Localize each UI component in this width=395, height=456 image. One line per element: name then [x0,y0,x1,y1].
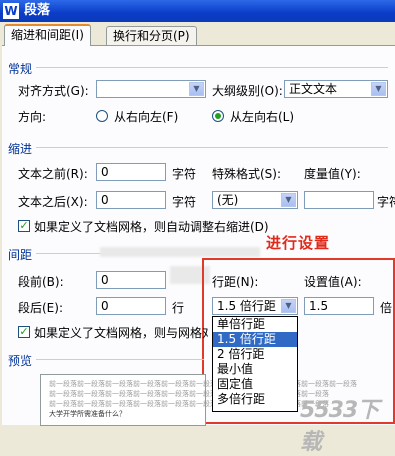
setting-value-input[interactable]: 1.5 [304,297,374,315]
line-spacing-options: 单倍行距 1.5 倍行距 2 倍行距 最小值 固定值 多倍行距 [212,316,298,412]
rtl-radio[interactable] [96,110,108,122]
divider [36,67,388,68]
section-preview: 预览 [8,354,33,368]
indent-after-input[interactable]: 0 [96,191,166,209]
divider [36,147,388,148]
tab-indent-spacing[interactable]: 缩进和间距(I) [4,24,91,46]
line-spacing-option[interactable]: 单倍行距 [213,317,297,332]
space-after-label: 段后(E): [18,301,63,315]
annotation-text: 进行设置 [266,234,331,252]
line-spacing-option[interactable]: 多倍行距 [213,392,297,407]
space-before-label: 段前(B): [18,275,64,289]
indent-before-label: 文本之前(R): [18,167,88,181]
space-before-input[interactable]: 0 [96,271,166,289]
alignment-select[interactable]: ▼ [96,80,206,98]
outline-level-label: 大纲级别(O): [212,84,283,98]
indent-after-unit: 字符 [172,195,197,209]
rtl-label: 从右向左(F) [114,110,179,124]
tab-line-page-breaks[interactable]: 换行和分页(P) [106,26,197,45]
app-icon: W [3,3,19,19]
section-spacing: 间距 [8,248,33,262]
title-bar [0,0,395,22]
indent-after-label: 文本之后(X): [18,195,88,209]
ltr-radio[interactable] [212,110,224,122]
line-spacing-option[interactable]: 固定值 [213,377,297,392]
auto-right-indent-checkbox[interactable]: ✓ [18,220,30,232]
chevron-down-icon: ▼ [371,82,386,96]
chevron-down-icon: ▼ [189,82,204,96]
blurred-region [100,247,260,257]
line-spacing-option[interactable]: 1.5 倍行距 [213,332,297,347]
site-watermark: 5533下载 [300,398,379,455]
chevron-down-icon: ▼ [281,299,296,313]
tab-strip: 缩进和间距(I) 换行和分页(P) [0,24,395,46]
measure-label: 度量值(Y): [304,167,361,181]
indent-before-input[interactable]: 0 [96,163,166,181]
ltr-label: 从左向右(L) [230,110,295,124]
preview-box: 前一段落前一段落前一段落前一段落前一段落前一段落前一段落前一段落前一段落前一段落… [40,374,357,426]
special-format-select[interactable]: (无) ▼ [212,191,298,209]
measure-unit: 字符 [377,195,395,209]
outline-level-select[interactable]: 正文文本 ▼ [284,80,388,98]
auto-right-indent-label: 如果定义了文档网格，则自动调整右缩进(D) [34,220,269,234]
indent-before-unit: 字符 [172,167,197,181]
window-title: 段落 [24,3,51,18]
preview-line: 前一段落前一段落前一段落前一段落前一段落前一段落前一段落前一段落前一段落前一段落… [49,380,357,388]
space-after-input[interactable]: 0 [96,297,166,315]
direction-label: 方向: [18,110,47,124]
snap-to-grid-label: 如果定义了文档网格，则与网格对齐 [34,326,208,340]
line-spacing-option[interactable]: 2 倍行距 [213,347,297,362]
special-format-label: 特殊格式(S): [212,167,282,181]
section-general: 常规 [8,62,33,76]
measure-input[interactable] [304,191,374,209]
line-spacing-option[interactable]: 最小值 [213,362,297,377]
snap-to-grid-checkbox[interactable]: ✓ [18,326,30,338]
line-spacing-label: 行距(N): [212,275,259,289]
divider [36,359,204,360]
chevron-down-icon: ▼ [281,193,296,207]
setting-value-unit: 倍 [380,301,393,315]
space-after-unit: 行 [172,301,185,315]
setting-value-label: 设置值(A): [304,275,362,289]
alignment-label: 对齐方式(G): [18,84,89,98]
section-indent: 缩进 [8,142,33,156]
line-spacing-select[interactable]: 1.5 倍行距 ▼ [212,297,298,315]
preview-line: 大学开学所需准备什么？ [49,410,126,418]
